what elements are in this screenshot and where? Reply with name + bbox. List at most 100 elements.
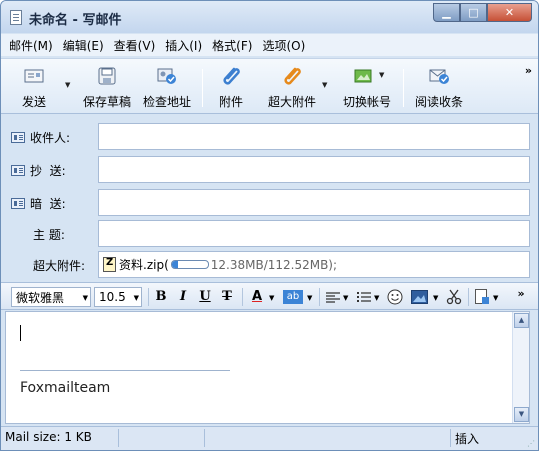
format-divider [468, 288, 469, 306]
bold-button[interactable]: B [154, 288, 168, 306]
attachment-item[interactable]: 资料.zip( 12.38MB/112.52MB); [98, 251, 530, 278]
main-toolbar: 发送 ▼ 保存草稿 检查地址 附件 超大附件 ▼ ▼ 切换帐号 阅读收条 » [1, 58, 538, 114]
highlight-dropdown-icon[interactable]: ▼ [307, 294, 312, 302]
toolbar-divider [202, 69, 203, 107]
contact-card-icon [11, 165, 25, 176]
chevron-down-icon: ▼ [82, 294, 88, 302]
bcc-label-button[interactable]: 暗 送: [11, 195, 66, 212]
format-divider [242, 288, 243, 306]
chevron-down-icon: ▼ [133, 294, 139, 302]
menu-options[interactable]: 选项(O) [262, 37, 305, 54]
document-icon [10, 10, 22, 25]
menu-view[interactable]: 查看(V) [114, 37, 156, 54]
read-receipt-label: 阅读收条 [414, 95, 463, 109]
subject-label: 主 题: [33, 228, 65, 242]
attach-label: 附件 [218, 95, 243, 109]
menu-mail[interactable]: 邮件(M) [9, 37, 53, 54]
insert-mode-status: 插入 [455, 432, 480, 446]
zip-file-icon [103, 257, 116, 272]
save-draft-label: 保存草稿 [82, 95, 131, 109]
highlight-button[interactable]: ab [283, 290, 303, 304]
account-switch-icon [354, 69, 372, 83]
big-attach-dropdown-icon[interactable]: ▼ [322, 81, 327, 89]
attachment-size: 12.38MB/112.52MB); [210, 257, 338, 272]
switch-account-dropdown-icon[interactable]: ▼ [379, 71, 384, 79]
scroll-down-button[interactable]: ▼ [514, 407, 529, 422]
attach-button[interactable]: 附件 [211, 65, 251, 111]
switch-account-button[interactable]: ▼ 切换帐号 [339, 65, 395, 111]
mail-size-status: Mail size: 1 KB [1, 429, 119, 447]
contact-card-icon [11, 132, 25, 143]
image-dropdown-icon[interactable]: ▼ [433, 294, 438, 302]
bcc-input[interactable] [98, 189, 530, 216]
close-button[interactable]: ✕ [487, 3, 532, 22]
font-family-select[interactable]: 微软雅黑 ▼ [11, 287, 91, 307]
align-dropdown-icon[interactable]: ▼ [343, 294, 348, 302]
screenshot-icon[interactable] [446, 289, 462, 305]
paperclip-icon [223, 67, 240, 85]
big-attach-label: 超大附件 [267, 95, 316, 109]
receipt-envelope-icon [429, 69, 449, 84]
vertical-scrollbar[interactable]: ▲ ▼ [512, 312, 529, 423]
upload-progress-bar [170, 260, 209, 269]
window-title: 未命名 - 写邮件 [29, 13, 122, 28]
font-size-select[interactable]: 10.5 ▼ [94, 287, 142, 307]
text-caret [20, 325, 21, 341]
send-dropdown-icon[interactable]: ▼ [65, 81, 70, 89]
insert-dropdown-icon[interactable]: ▼ [493, 294, 498, 302]
window-controls: ▁ □ ✕ [433, 3, 532, 23]
check-address-button[interactable]: 检查地址 [139, 65, 195, 111]
message-body-editor[interactable]: Foxmailteam ▲ ▼ [5, 311, 530, 424]
minimize-button[interactable]: ▁ [433, 3, 460, 22]
save-draft-button[interactable]: 保存草稿 [79, 65, 135, 111]
font-size-value: 10.5 [99, 290, 126, 304]
menu-insert[interactable]: 插入(I) [165, 37, 202, 54]
insert-icon[interactable] [475, 289, 490, 305]
to-label-button[interactable]: 收件人: [11, 129, 70, 146]
italic-button[interactable]: I [176, 288, 190, 306]
signature-divider [20, 370, 230, 371]
bcc-label: 暗 送: [30, 197, 66, 211]
align-icon[interactable] [326, 292, 340, 303]
menu-edit[interactable]: 编辑(E) [63, 37, 104, 54]
big-attach-button[interactable]: 超大附件 [263, 65, 321, 111]
cc-label: 抄 送: [30, 164, 66, 178]
read-receipt-button[interactable]: 阅读收条 [411, 65, 467, 111]
toolbar-overflow-button[interactable]: » [525, 64, 532, 77]
format-overflow-button[interactable]: » [515, 285, 527, 303]
strikethrough-button[interactable]: T [220, 288, 234, 306]
status-bar: Mail size: 1 KB 插入 ⋰ [1, 426, 538, 450]
underline-button[interactable]: U [198, 288, 212, 306]
bcc-row: 暗 送: [1, 189, 538, 216]
maximize-button[interactable]: □ [460, 3, 487, 22]
cc-label-button[interactable]: 抄 送: [11, 162, 66, 179]
to-row: 收件人: [1, 123, 538, 150]
menu-format[interactable]: 格式(F) [212, 37, 252, 54]
address-check-icon [157, 68, 176, 84]
signature-text: Foxmailteam [20, 380, 111, 396]
check-address-label: 检查地址 [142, 95, 191, 109]
send-label: 发送 [21, 95, 46, 109]
upload-progress-fill [171, 261, 178, 268]
big-attach-field-label: 超大附件: [33, 259, 86, 273]
font-family-value: 微软雅黑 [16, 290, 65, 305]
send-button[interactable]: 发送 [9, 65, 59, 111]
scroll-up-button[interactable]: ▲ [514, 313, 529, 328]
font-color-button[interactable]: A [249, 288, 265, 306]
toolbar-divider [403, 69, 404, 107]
title-bar[interactable]: 未命名 - 写邮件 ▁ □ ✕ [1, 1, 538, 33]
emoji-icon[interactable] [387, 289, 403, 305]
image-icon[interactable] [411, 290, 428, 304]
big-paperclip-icon [284, 67, 301, 85]
to-input[interactable] [98, 123, 530, 150]
list-icon[interactable] [357, 292, 371, 303]
status-cell-empty [205, 429, 451, 447]
save-icon [98, 67, 116, 85]
font-color-dropdown-icon[interactable]: ▼ [269, 294, 274, 302]
to-label: 收件人: [30, 131, 71, 145]
cc-row: 抄 送: [1, 156, 538, 183]
resize-grip-icon[interactable]: ⋰ [527, 439, 535, 448]
subject-input[interactable] [98, 220, 530, 247]
list-dropdown-icon[interactable]: ▼ [374, 294, 379, 302]
cc-input[interactable] [98, 156, 530, 183]
